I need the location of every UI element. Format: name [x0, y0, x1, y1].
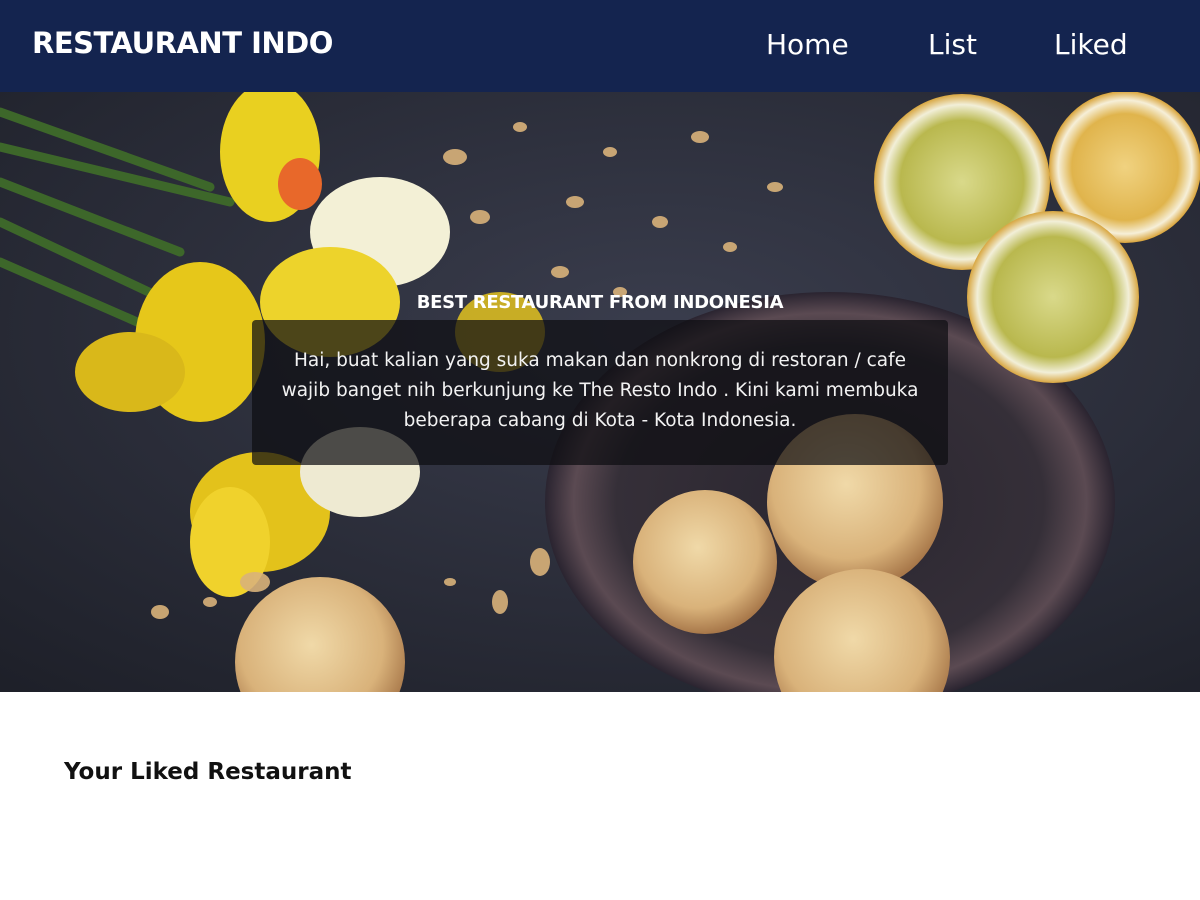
nav-liked-link[interactable]: Liked: [1054, 28, 1128, 61]
hero-description: Hai, buat kalian yang suka makan dan non…: [281, 350, 919, 431]
nav-home-link[interactable]: Home: [766, 28, 849, 61]
hero-title: BEST RESTAURANT FROM INDONESIA: [416, 292, 784, 313]
nav-list-link[interactable]: List: [928, 28, 977, 61]
hero-description-box: Hai, buat kalian yang suka makan dan non…: [252, 320, 948, 465]
brand-logo[interactable]: RESTAURANT INDO: [32, 26, 333, 60]
hero-section: BEST RESTAURANT FROM INDONESIA Hai, buat…: [0, 92, 1200, 692]
liked-restaurant-heading: Your Liked Restaurant: [64, 759, 352, 785]
app-header: RESTAURANT INDO Home List Liked: [0, 0, 1200, 92]
